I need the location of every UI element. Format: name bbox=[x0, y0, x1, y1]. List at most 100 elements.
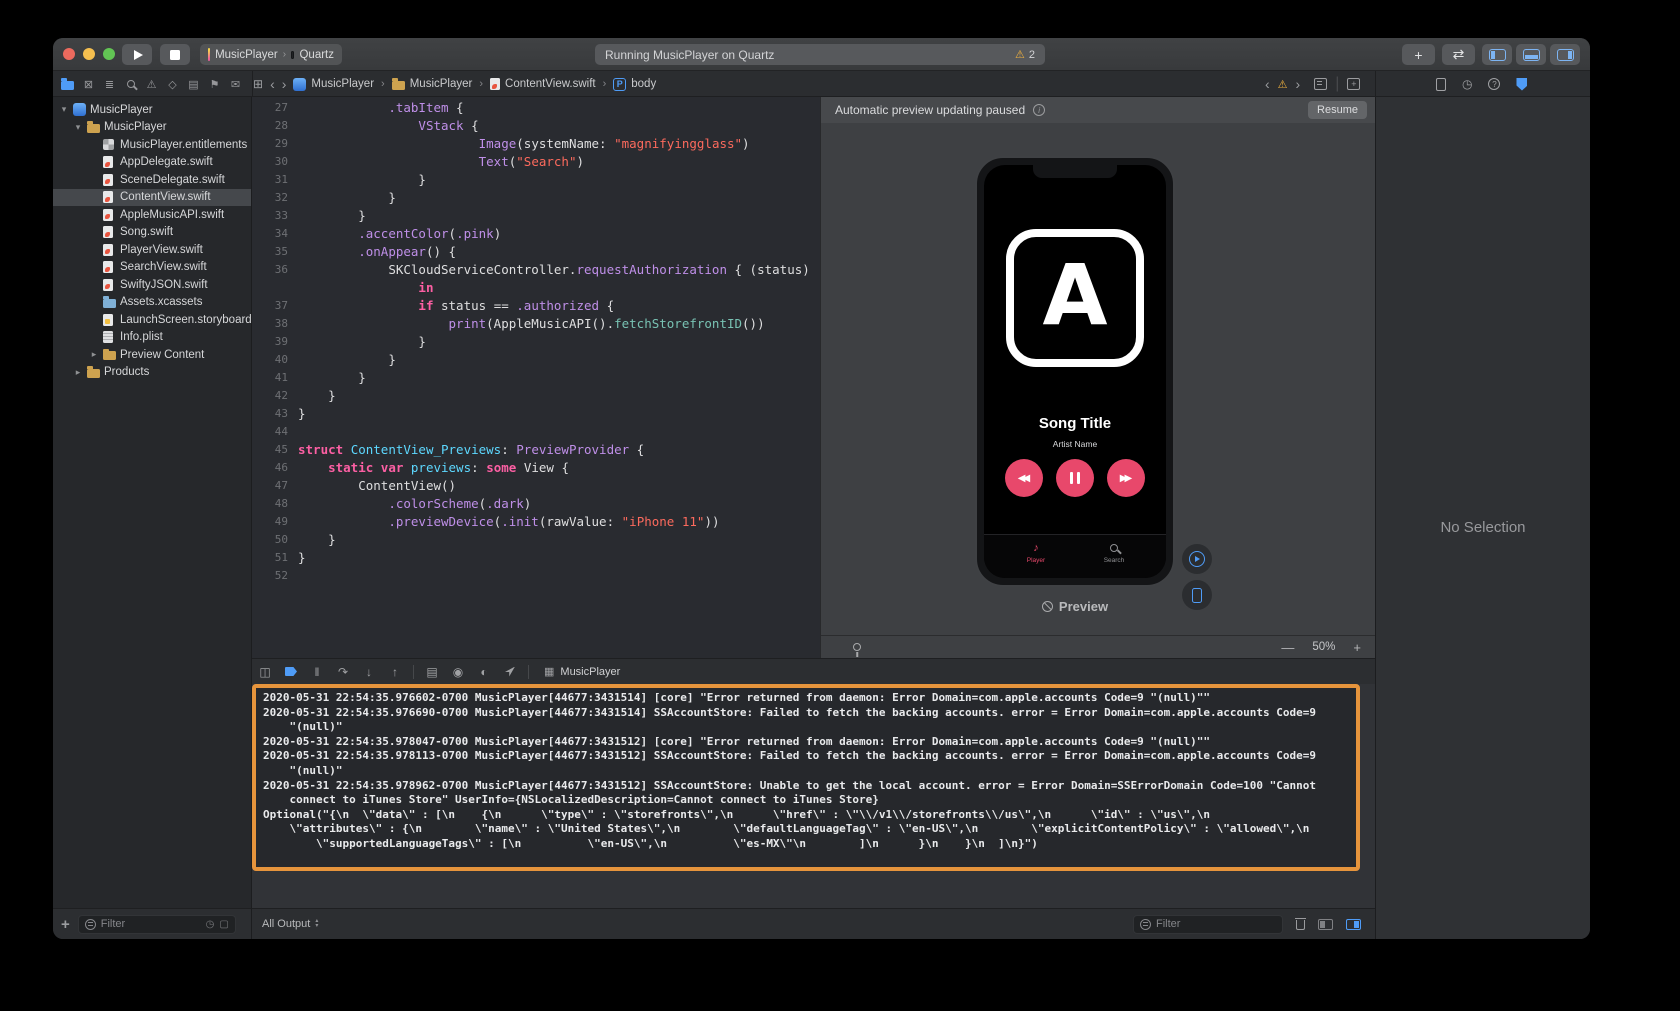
view-hierarchy-icon[interactable]: ▤ bbox=[419, 665, 445, 679]
previous-issue-button[interactable]: ‹ bbox=[1265, 77, 1270, 91]
add-editor-button[interactable]: + bbox=[1347, 78, 1360, 90]
test-navigator-icon[interactable]: ◇ bbox=[162, 78, 183, 91]
breadcrumb-item[interactable]: Pbody bbox=[613, 78, 656, 91]
minimap-button[interactable] bbox=[1314, 78, 1327, 90]
close-window-button[interactable] bbox=[63, 48, 75, 60]
history-inspector-icon[interactable]: ◷ bbox=[1462, 77, 1472, 91]
zoom-window-button[interactable] bbox=[103, 48, 115, 60]
resume-button[interactable]: Resume bbox=[1308, 101, 1367, 119]
simulate-location-icon[interactable] bbox=[497, 667, 523, 677]
report-navigator-icon[interactable]: ✉ bbox=[225, 78, 246, 91]
step-over-icon[interactable]: ↷ bbox=[330, 665, 356, 679]
output-scope-selector[interactable]: All Output ▴▾ bbox=[262, 918, 318, 930]
live-preview-button[interactable] bbox=[1182, 544, 1212, 574]
sidebar-item-assets-xcassets[interactable]: Assets.xcassets bbox=[53, 294, 251, 312]
sidebar-item-scenedelegate-swift[interactable]: SceneDelegate.swift bbox=[53, 171, 251, 189]
artist-name: Artist Name bbox=[984, 439, 1166, 449]
breakpoints-toggle-icon[interactable] bbox=[278, 667, 304, 676]
rewind-button[interactable]: ◀◀ bbox=[1005, 459, 1043, 497]
pause-button[interactable] bbox=[1056, 459, 1094, 497]
disclosure-triangle-icon[interactable]: ▾ bbox=[73, 122, 83, 133]
step-out-icon[interactable]: ↑ bbox=[382, 665, 408, 679]
search-icon bbox=[1110, 544, 1118, 552]
pause-execution-icon[interactable]: ‖ bbox=[304, 665, 330, 679]
toggle-variables-view-button[interactable] bbox=[1318, 919, 1333, 930]
source-control-navigator-icon[interactable]: ⊠ bbox=[78, 78, 99, 91]
forward-button[interactable]: › bbox=[282, 77, 287, 91]
editor-grid-icon[interactable]: ⊞ bbox=[253, 77, 263, 91]
fast-forward-button[interactable]: ▶▶ bbox=[1107, 459, 1145, 497]
navigator-filter-field[interactable]: Filter ◷ ▢ bbox=[78, 915, 236, 934]
info-icon[interactable]: i bbox=[1033, 104, 1045, 116]
code-token: } bbox=[328, 532, 336, 547]
quick-help-inspector-icon[interactable]: ? bbox=[1488, 78, 1500, 90]
sidebar-item-swiftyjson-swift[interactable]: SwiftyJSON.swift bbox=[53, 276, 251, 294]
disclosure-triangle-icon[interactable]: ▾ bbox=[59, 104, 69, 115]
library-button[interactable]: + bbox=[1402, 44, 1435, 65]
source-control-status-icon[interactable]: ▢ bbox=[219, 919, 228, 930]
debug-navigator-icon[interactable]: ▤ bbox=[183, 78, 204, 91]
environment-overrides-icon[interactable]: ◐ bbox=[471, 665, 497, 679]
tab-search[interactable]: Search bbox=[1084, 542, 1144, 564]
sidebar-item-song-swift[interactable]: Song.swift bbox=[53, 224, 251, 242]
sidebar-item-musicplayer[interactable]: ▾MusicPlayer bbox=[53, 101, 251, 119]
stop-button[interactable] bbox=[160, 44, 190, 65]
recent-files-icon[interactable]: ◷ bbox=[206, 919, 215, 930]
sidebar-item-products[interactable]: ▸Products bbox=[53, 364, 251, 382]
code-token: .colorScheme bbox=[388, 496, 478, 511]
process-selector[interactable]: ▦MusicPlayer bbox=[544, 665, 620, 678]
find-navigator-icon[interactable] bbox=[120, 80, 141, 88]
code-editor[interactable]: 27 .tabItem {28 VStack {29 Image(systemN… bbox=[252, 97, 820, 658]
symbol-navigator-icon[interactable]: ≣ bbox=[99, 78, 120, 91]
toggle-console-view-button[interactable] bbox=[1346, 919, 1361, 930]
breadcrumb-item[interactable]: ContentView.swift bbox=[490, 78, 596, 90]
sidebar-item-playerview-swift[interactable]: PlayerView.swift bbox=[53, 241, 251, 259]
sidebar-item-musicplayer-entitlements[interactable]: MusicPlayer.entitlements bbox=[53, 136, 251, 154]
clear-console-button[interactable] bbox=[1296, 920, 1305, 930]
sidebar-item-musicplayer[interactable]: ▾MusicPlayer bbox=[53, 119, 251, 137]
file-inspector-icon[interactable] bbox=[1436, 78, 1446, 91]
project-navigator-icon[interactable] bbox=[57, 79, 78, 90]
sidebar-item-label: SearchView.swift bbox=[120, 261, 207, 273]
breadcrumb-item[interactable]: MusicPlayer bbox=[293, 78, 374, 91]
sidebar-item-launchscreen-storyboard[interactable]: LaunchScreen.storyboard bbox=[53, 311, 251, 329]
iphone-preview[interactable]: A Song Title Artist Name ◀◀ ▶▶ ♪ Player bbox=[975, 156, 1175, 587]
chevron-down-icon: ▾ bbox=[315, 924, 318, 929]
pin-preview-icon[interactable] bbox=[853, 643, 861, 651]
toggle-inspector-button[interactable] bbox=[1550, 44, 1580, 65]
zoom-in-button[interactable]: + bbox=[1353, 640, 1361, 655]
zoom-out-button[interactable]: — bbox=[1281, 640, 1294, 655]
scheme-selector[interactable]: MusicPlayer › Quartz bbox=[200, 44, 342, 65]
toggle-debug-area-button[interactable] bbox=[1516, 44, 1546, 65]
editor-arrangement-button[interactable]: ⇄ bbox=[1442, 44, 1475, 65]
preview-on-device-button[interactable] bbox=[1182, 580, 1212, 610]
disclosure-triangle-icon[interactable]: ▸ bbox=[73, 367, 83, 378]
sidebar-item-applemusicapi-swift[interactable]: AppleMusicAPI.swift bbox=[53, 206, 251, 224]
breadcrumb-item[interactable]: MusicPlayer bbox=[392, 78, 473, 90]
add-file-button[interactable]: + bbox=[61, 916, 70, 933]
issue-warning-icon[interactable]: ⚠ bbox=[1278, 78, 1288, 91]
issue-navigator-icon[interactable]: ⚠ bbox=[141, 78, 162, 91]
disclosure-triangle-icon[interactable]: ▸ bbox=[89, 349, 99, 360]
sidebar-item-appdelegate-swift[interactable]: AppDelegate.swift bbox=[53, 154, 251, 172]
sidebar-item-contentview-swift[interactable]: ContentView.swift bbox=[53, 189, 251, 207]
console-filter-field[interactable]: Filter bbox=[1133, 915, 1283, 934]
code-text: } bbox=[298, 207, 820, 225]
sidebar-item-preview-content[interactable]: ▸Preview Content bbox=[53, 346, 251, 364]
minimize-window-button[interactable] bbox=[83, 48, 95, 60]
run-button[interactable] bbox=[122, 44, 152, 65]
quick-help-selected-icon[interactable] bbox=[1516, 78, 1527, 91]
sidebar-item-info-plist[interactable]: Info.plist bbox=[53, 329, 251, 347]
next-issue-button[interactable]: › bbox=[1296, 77, 1301, 91]
tab-player[interactable]: ♪ Player bbox=[1006, 542, 1066, 564]
back-button[interactable]: ‹ bbox=[270, 77, 275, 91]
console-output[interactable]: 2020-05-31 22:54:35.976602-0700 MusicPla… bbox=[263, 691, 1352, 852]
toggle-navigator-button[interactable] bbox=[1482, 44, 1512, 65]
sidebar-item-searchview-swift[interactable]: SearchView.swift bbox=[53, 259, 251, 277]
memory-graph-icon[interactable]: ◉ bbox=[445, 665, 471, 679]
breakpoint-navigator-icon[interactable]: ⚑ bbox=[204, 78, 225, 91]
step-into-icon[interactable]: ↓ bbox=[356, 665, 382, 679]
line-number bbox=[252, 279, 298, 297]
warning-badge[interactable]: ⚠ 2 bbox=[1015, 48, 1035, 61]
hide-debug-area-icon[interactable]: ◫ bbox=[252, 665, 278, 679]
